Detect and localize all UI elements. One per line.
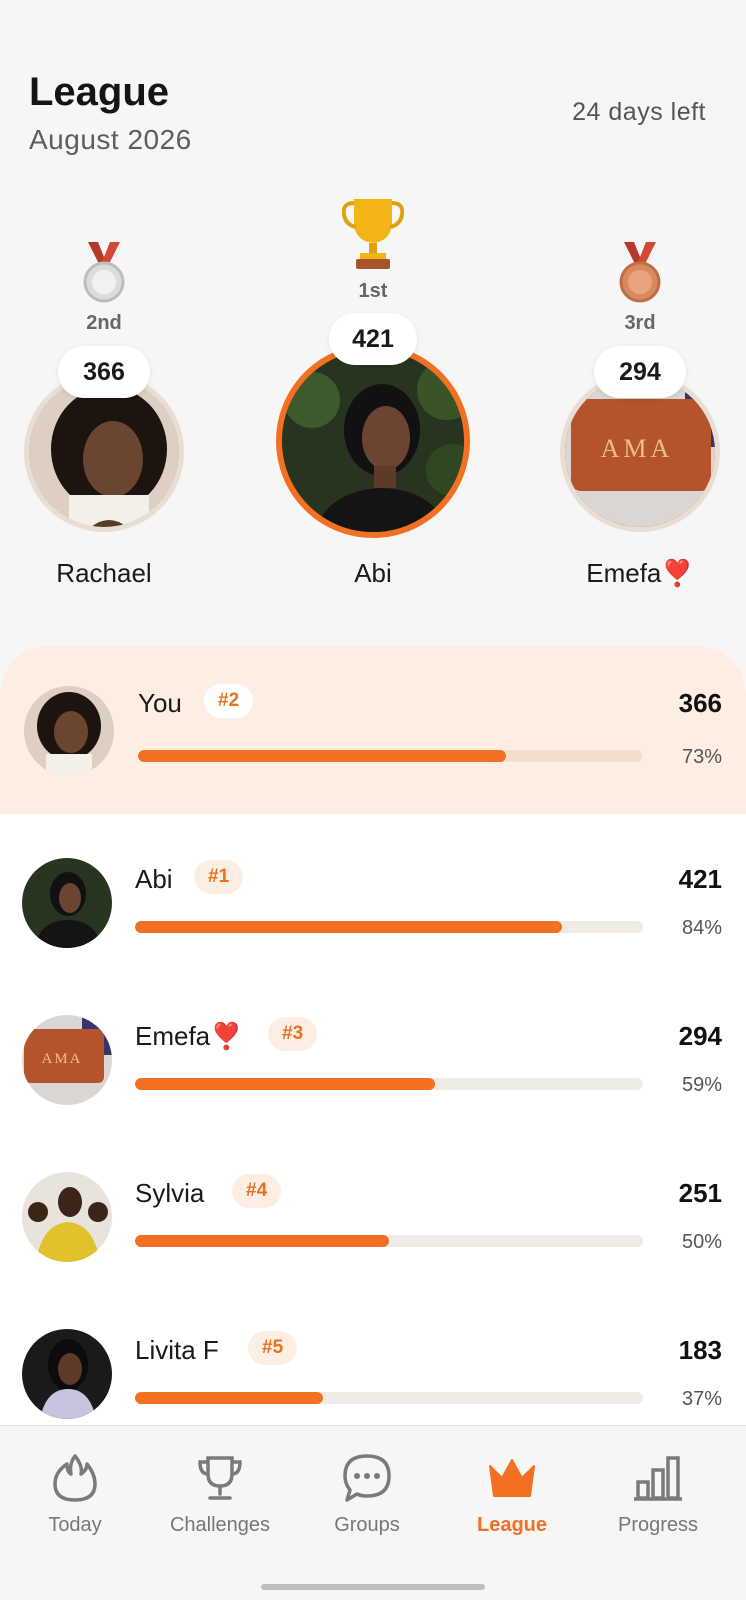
row-percent: 84%: [681, 917, 722, 939]
progress-bar: [135, 921, 643, 933]
rank-badge: #1: [194, 860, 244, 894]
silver-medal-icon: [83, 242, 125, 303]
page-subtitle: August 2026: [29, 124, 192, 155]
podium-second[interactable]: 2nd 366 Rachael: [14, 180, 194, 600]
rank-badge: #5: [248, 1331, 298, 1365]
page-title: League: [29, 70, 170, 114]
list-item[interactable]: Sylvia #4 251 50%: [0, 1128, 746, 1285]
podium-second-place: 2nd: [86, 312, 122, 334]
progress-bar: [135, 1078, 643, 1090]
crown-icon: [489, 1459, 535, 1497]
bronze-medal-icon: [619, 242, 661, 303]
progress-fill: [135, 921, 562, 933]
podium-first-name: Abi: [354, 558, 392, 588]
row-score: 294: [678, 1021, 722, 1051]
progress-fill: [135, 1235, 389, 1247]
avatar: [24, 686, 114, 776]
tab-label: League: [476, 1514, 548, 1536]
list-item[interactable]: AMA Emefa❣️ #3 294 59%: [0, 971, 746, 1128]
flame-icon: [53, 1454, 97, 1502]
podium-first-score: 421: [329, 313, 417, 365]
podium-third-place: 3rd: [624, 312, 656, 334]
row-percent: 37%: [681, 1388, 722, 1410]
svg-text:AMA: AMA: [41, 1051, 82, 1067]
bottom-tab-bar: Today Challenges Groups League Progress: [0, 1425, 746, 1600]
tab-league[interactable]: League: [437, 1452, 587, 1537]
podium-second-score: 366: [58, 346, 150, 398]
avatar: [22, 1329, 112, 1419]
tab-progress[interactable]: Progress: [583, 1452, 733, 1537]
row-score: 183: [678, 1335, 722, 1365]
chat-bubble-icon: [343, 1454, 391, 1502]
leaderboard-list: You #2 366 73% Abi #1 421 84% AMA Emefa❣…: [0, 646, 746, 1426]
rank-badge: #3: [268, 1017, 318, 1051]
days-left-label: 24 days left: [572, 98, 706, 126]
my-rank-row[interactable]: You #2 366 73%: [0, 646, 746, 814]
rank-badge: #2: [204, 684, 254, 718]
podium-third-score: 294: [594, 346, 686, 398]
rank-badge: #4: [232, 1174, 282, 1208]
podium-first[interactable]: 1st 421 Abi: [268, 180, 478, 600]
row-percent: 50%: [681, 1231, 722, 1253]
trophy-icon: [342, 199, 404, 269]
home-indicator[interactable]: [261, 1584, 485, 1590]
row-name: Emefa❣️: [135, 1021, 243, 1051]
tab-label: Progress: [617, 1514, 699, 1536]
trophy-outline-icon: [198, 1456, 242, 1500]
progress-fill: [135, 1392, 323, 1404]
row-name: Livita F: [135, 1335, 219, 1365]
bar-chart-icon: [634, 1456, 682, 1501]
podium-third[interactable]: 3rd AMA 294 Emefa❣️: [550, 180, 730, 600]
avatar: AMA: [22, 1015, 112, 1105]
podium-second-name: Rachael: [56, 558, 152, 588]
list-item[interactable]: Abi #1 421 84%: [0, 814, 746, 971]
tab-label: Groups: [334, 1514, 400, 1536]
row-percent: 59%: [681, 1074, 722, 1096]
avatar: [22, 858, 112, 948]
progress-bar: [135, 1392, 643, 1404]
row-name: You: [138, 688, 182, 718]
row-score: 421: [678, 864, 722, 894]
tab-label: Challenges: [169, 1514, 271, 1536]
tab-groups[interactable]: Groups: [292, 1452, 442, 1537]
progress-fill: [138, 750, 506, 762]
row-name: Sylvia: [135, 1178, 205, 1208]
header: League August 2026 24 days left: [0, 0, 746, 180]
svg-text:AMA: AMA: [601, 434, 674, 463]
avatar: [22, 1172, 112, 1262]
tab-label: Today: [48, 1514, 102, 1536]
podium-first-place: 1st: [358, 280, 388, 302]
avatar: [276, 344, 470, 538]
podium-third-name: Emefa❣️: [586, 558, 694, 588]
row-name: Abi: [135, 864, 173, 894]
progress-bar: [138, 750, 642, 762]
tab-challenges[interactable]: Challenges: [145, 1452, 295, 1537]
row-percent: 73%: [681, 746, 722, 768]
progress-bar: [135, 1235, 643, 1247]
podium: 2nd 366 Rachael 1st 421 Abi 3rd AMA 294 …: [0, 180, 746, 630]
row-score: 251: [678, 1178, 722, 1208]
list-item[interactable]: Livita F #5 183 37%: [0, 1285, 746, 1426]
progress-fill: [135, 1078, 435, 1090]
row-score: 366: [678, 688, 722, 718]
tab-today[interactable]: Today: [0, 1452, 150, 1537]
